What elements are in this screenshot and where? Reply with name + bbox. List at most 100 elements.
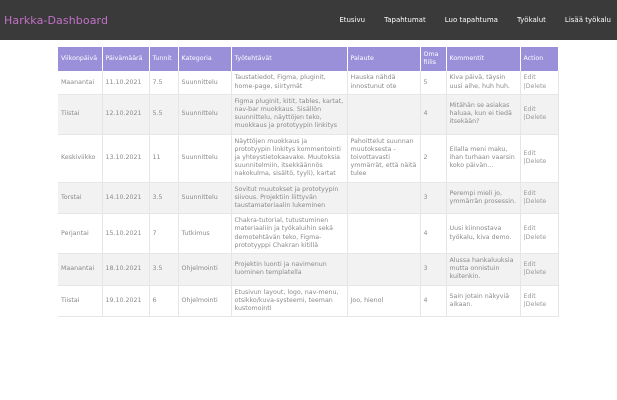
edit-link[interactable]: Edit <box>524 150 555 158</box>
cell-mood: 4 <box>420 94 447 135</box>
header-action: Action <box>520 47 559 72</box>
delete-link[interactable]: |Delete <box>524 234 555 242</box>
cell-action: Edit |Delete <box>520 253 559 286</box>
table-row: Maanantai 11.10.2021 7.5 Suunnittelu Tau… <box>58 71 559 95</box>
cell-comments: Alussa hankaluuksia mutta onnistuin kuit… <box>446 253 521 286</box>
cell-tasks: Etusivun layout, logo, nav-menu, otsikko… <box>231 285 348 318</box>
delete-link[interactable]: |Delete <box>524 269 555 277</box>
cell-date: 11.10.2021 <box>102 71 150 95</box>
cell-day: Torstai <box>58 182 103 215</box>
cell-day: Maanantai <box>58 253 103 286</box>
cell-mood: 4 <box>420 285 447 318</box>
cell-feedback: Hauska nähdä innostunut ote <box>347 71 421 95</box>
cell-comments: Mitähän se asiakas haluaa, kun ei tiedä … <box>446 94 521 135</box>
nav-link-etusivu[interactable]: Etusivu <box>339 16 365 24</box>
nav-menu: Etusivu Tapahtumat Luo tapahtuma Työkalu… <box>320 16 611 24</box>
cell-day: Tiistai <box>58 285 103 318</box>
cell-date: 14.10.2021 <box>102 182 150 215</box>
delete-link[interactable]: |Delete <box>524 158 555 166</box>
header-paivamaara: Päivämäärä <box>102 47 150 72</box>
cell-hours: 6 <box>149 285 179 318</box>
cell-category: Suunnittelu <box>178 71 232 95</box>
cell-category: Ohjelmointi <box>178 285 232 318</box>
cell-mood: 4 <box>420 213 447 255</box>
cell-mood: 2 <box>420 134 447 183</box>
delete-link[interactable]: |Delete <box>524 198 555 206</box>
cell-hours: 7 <box>149 213 179 255</box>
cell-comments: Uusi kiinnostava työkalu, kiva demo. <box>446 213 521 255</box>
cell-action: Edit |Delete <box>520 71 559 95</box>
header-kommentit: Kommentit <box>446 47 521 72</box>
header-tyotehtavat: Työtehtävät <box>231 47 348 72</box>
cell-mood: 5 <box>420 71 447 95</box>
cell-comments: Eilalla meni maku, ihan turhaan vaarsin … <box>446 134 521 183</box>
table-row: Perjantai 15.10.2021 7 Tutkimus Chakra-t… <box>58 213 559 255</box>
cell-tasks: Sovitut muutokset ja prototyypin siivous… <box>231 182 348 215</box>
cell-category: Tutkimus <box>178 213 232 255</box>
cell-comments: Perempi mieli jo, ymmärrän prosessin. <box>446 182 521 215</box>
cell-day: Tiistai <box>58 94 103 135</box>
brand-logo[interactable]: Harkka-Dashboard <box>4 14 108 27</box>
table-header-row: Viikonpäivä Päivämäärä Tunnit Kategoria … <box>58 47 559 72</box>
edit-link[interactable]: Edit <box>524 74 555 82</box>
cell-date: 12.10.2021 <box>102 94 150 135</box>
cell-feedback: Pahoittelut suunnan muutoksesta - toivot… <box>347 134 421 183</box>
header-kategoria: Kategoria <box>178 47 232 72</box>
nav-link-tyokalut[interactable]: Työkalut <box>517 16 546 24</box>
cell-tasks: Chakra-tutorial, tutustuminen materiaali… <box>231 213 348 255</box>
cell-category: Suunnittelu <box>178 94 232 135</box>
header-oma-fiilis: Oma fiilis <box>420 47 447 72</box>
header-viikonpaiva: Viikonpäivä <box>58 47 103 72</box>
cell-day: Perjantai <box>58 213 103 255</box>
cell-category: Ohjelmointi <box>178 253 232 286</box>
cell-day: Keskiviikko <box>58 134 103 183</box>
cell-date: 15.10.2021 <box>102 213 150 255</box>
cell-hours: 5.5 <box>149 94 179 135</box>
events-table: Viikonpäivä Päivämäärä Tunnit Kategoria … <box>58 47 559 318</box>
cell-category: Suunnittelu <box>178 134 232 183</box>
table-row: Tiistai 12.10.2021 5.5 Suunnittelu Figma… <box>58 94 559 135</box>
cell-date: 18.10.2021 <box>102 253 150 286</box>
header-tunnit: Tunnit <box>149 47 179 72</box>
cell-hours: 11 <box>149 134 179 183</box>
table-row: Maanantai 18.10.2021 3.5 Ohjelmointi Pro… <box>58 253 559 286</box>
cell-tasks: Näyttöjen muokkaus ja prototyypin linkit… <box>231 134 348 183</box>
cell-hours: 3.5 <box>149 253 179 286</box>
cell-day: Maanantai <box>58 71 103 95</box>
cell-feedback <box>347 182 421 215</box>
content-area: Viikonpäivä Päivämäärä Tunnit Kategoria … <box>0 40 617 318</box>
edit-link[interactable]: Edit <box>524 293 555 301</box>
edit-link[interactable]: Edit <box>524 106 555 114</box>
cell-mood: 3 <box>420 182 447 215</box>
delete-link[interactable]: |Delete <box>524 114 555 122</box>
cell-tasks: Figma pluginit, kitit, tables, kartat, n… <box>231 94 348 135</box>
cell-tasks: Projektin luonti ja navimenun luominen t… <box>231 253 348 286</box>
cell-feedback: Joo, hienol <box>347 285 421 318</box>
cell-action: Edit |Delete <box>520 213 559 255</box>
nav-link-tapahtumat[interactable]: Tapahtumat <box>384 16 426 24</box>
nav-link-lisaa-tyokalu[interactable]: Lisää työkalu <box>565 16 611 24</box>
delete-link[interactable]: |Delete <box>524 301 555 309</box>
cell-hours: 7.5 <box>149 71 179 95</box>
cell-action: Edit |Delete <box>520 134 559 183</box>
cell-category: Suunnittelu <box>178 182 232 215</box>
cell-tasks: Taustatiedot, Figma, pluginit, home-page… <box>231 71 348 95</box>
cell-comments: Kiva päivä, täysin uusi aihe, huh huh. <box>446 71 521 95</box>
cell-comments: Sain jotain näkyviä aikaan. <box>446 285 521 318</box>
cell-hours: 3.5 <box>149 182 179 215</box>
cell-feedback <box>347 213 421 255</box>
cell-action: Edit |Delete <box>520 182 559 215</box>
cell-feedback <box>347 253 421 286</box>
cell-date: 19.10.2021 <box>102 285 150 318</box>
cell-date: 13.10.2021 <box>102 134 150 183</box>
edit-link[interactable]: Edit <box>524 190 555 198</box>
cell-feedback <box>347 94 421 135</box>
nav-link-luo-tapahtuma[interactable]: Luo tapahtuma <box>445 16 498 24</box>
edit-link[interactable]: Edit <box>524 225 555 233</box>
edit-link[interactable]: Edit <box>524 261 555 269</box>
table-row: Tiistai 19.10.2021 6 Ohjelmointi Etusivu… <box>58 285 559 318</box>
cell-action: Edit |Delete <box>520 94 559 135</box>
table-row: Keskiviikko 13.10.2021 11 Suunnittelu Nä… <box>58 134 559 183</box>
table-row: Torstai 14.10.2021 3.5 Suunnittelu Sovit… <box>58 182 559 215</box>
delete-link[interactable]: |Delete <box>524 83 555 91</box>
